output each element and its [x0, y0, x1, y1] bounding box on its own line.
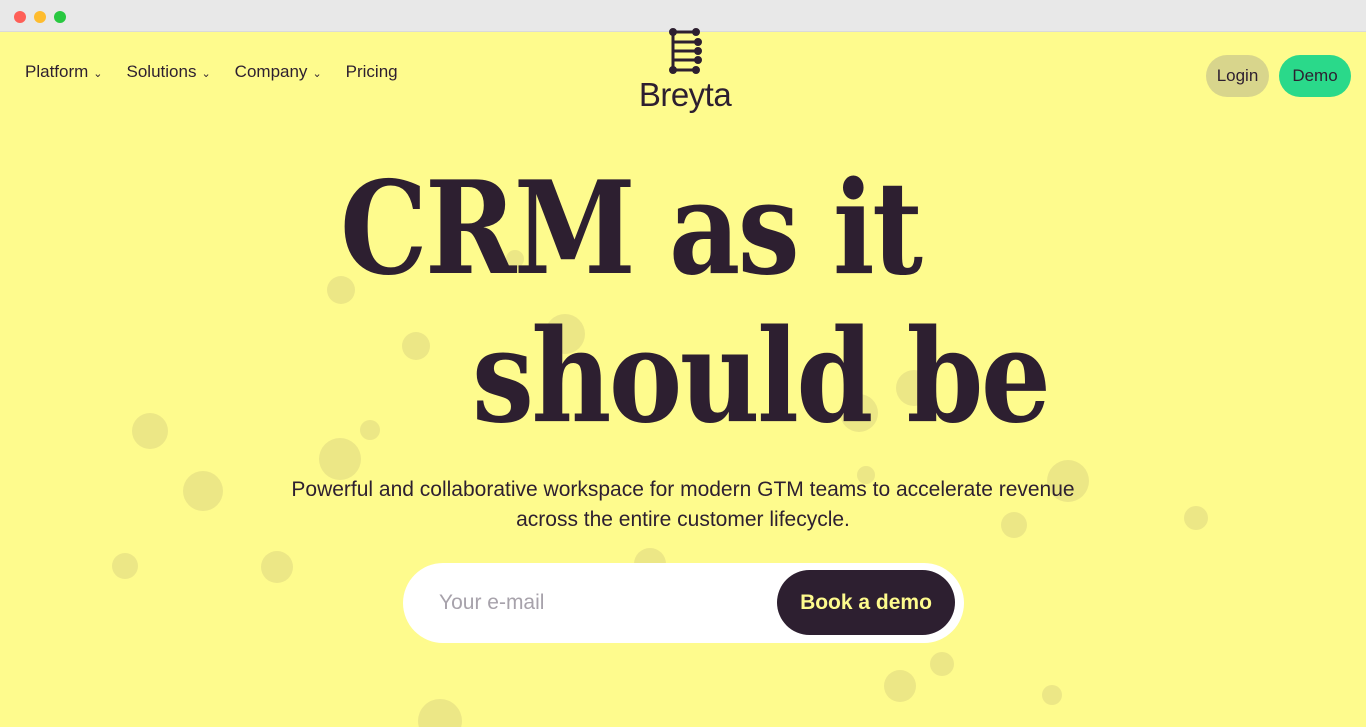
decorative-bubble: [1184, 506, 1208, 530]
nav-item-label: Pricing: [345, 62, 398, 81]
decorative-bubble: [183, 471, 223, 511]
brand-name: Breyta: [638, 76, 732, 113]
chevron-down-icon: ⌄: [201, 67, 211, 80]
maximize-window-button[interactable]: [54, 11, 66, 23]
nav-item-solutions[interactable]: Solutions ⌄: [127, 62, 211, 82]
email-input[interactable]: [439, 583, 759, 623]
decorative-bubble: [418, 699, 462, 727]
book-demo-button[interactable]: Book a demo: [777, 570, 955, 635]
minimize-window-button[interactable]: [34, 11, 46, 23]
hero-subtitle: Powerful and collaborative workspace for…: [291, 478, 1075, 531]
decorative-bubble: [319, 438, 361, 480]
nav-item-label: Platform: [25, 62, 89, 81]
decorative-bubble: [930, 652, 954, 676]
hero-headline-line-1: CRM as it: [340, 154, 923, 304]
brand-logo[interactable]: Breyta: [630, 28, 740, 114]
decorative-bubble: [261, 551, 293, 583]
email-signup-form: Book a demo: [403, 563, 964, 643]
nav-item-platform[interactable]: Platform ⌄: [25, 62, 103, 82]
chevron-down-icon: ⌄: [312, 67, 322, 80]
hero-headline-line-2: should be: [472, 302, 1051, 452]
decorative-bubble: [360, 420, 380, 440]
decorative-bubble: [112, 553, 138, 579]
nav-item-company[interactable]: Company ⌄: [235, 62, 322, 82]
chevron-down-icon: ⌄: [93, 67, 103, 80]
close-window-button[interactable]: [14, 11, 26, 23]
decorative-bubble: [884, 670, 916, 702]
main-nav: Platform ⌄ Solutions ⌄ Company ⌄ Pricing: [25, 62, 398, 82]
nav-item-pricing[interactable]: Pricing: [346, 62, 398, 82]
decorative-bubble: [1042, 685, 1062, 705]
decorative-bubble: [132, 413, 168, 449]
nav-item-label: Company: [234, 62, 308, 81]
connected-dots-icon: [669, 28, 702, 74]
login-button[interactable]: Login: [1206, 55, 1269, 97]
demo-button[interactable]: Demo: [1279, 55, 1351, 97]
browser-window: Platform ⌄ Solutions ⌄ Company ⌄ Pricing: [0, 0, 1366, 727]
decorative-bubble: [402, 332, 430, 360]
nav-item-label: Solutions: [126, 62, 197, 81]
